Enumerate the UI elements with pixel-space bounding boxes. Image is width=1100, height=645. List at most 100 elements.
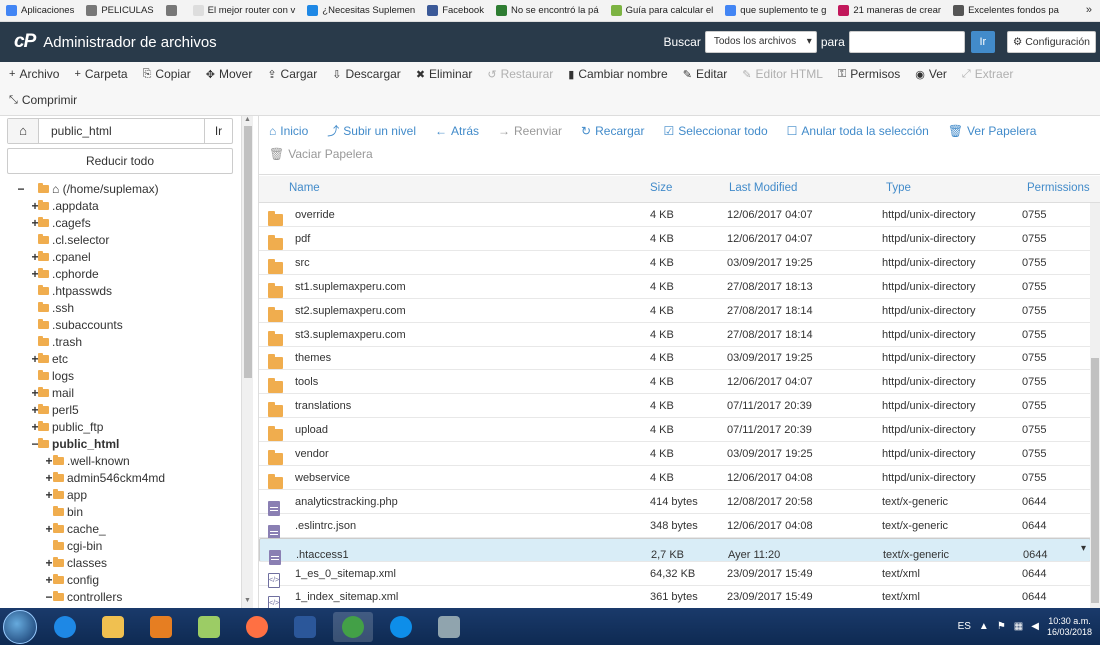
table-row[interactable]: translations 4 KB 07/11/2017 20:39 httpd/un… <box>259 394 1091 419</box>
search-input[interactable] <box>848 31 965 53</box>
tree-item[interactable]: + .cpanel <box>0 249 241 266</box>
taskbar-folder-button[interactable] <box>189 612 229 642</box>
table-row[interactable]: webservice 4 KB 12/06/2017 04:08 httpd/unix… <box>259 466 1091 490</box>
tree-item[interactable]: .htpasswds <box>0 283 241 300</box>
table-row[interactable]: vendor 4 KB 03/09/2017 19:25 httpd/unix-dir… <box>259 442 1091 466</box>
scrollbar-thumb[interactable] <box>1091 358 1099 603</box>
action-ver-papelera-button[interactable]: 🗑 Ver Papelera <box>948 122 1037 145</box>
table-row[interactable]: .htaccess1 2,7 KB Ayer 11:20 text/x-generic… <box>259 537 1091 565</box>
search-scope-select[interactable]: Todos los archivos <box>704 31 817 53</box>
col-size[interactable]: Size <box>650 182 672 194</box>
table-row[interactable]: st2.suplemaxperu.com 4 KB 27/08/2017 18:14… <box>259 299 1091 323</box>
table-row[interactable]: override 4 KB 12/06/2017 04:07 httpd/unix-d… <box>259 203 1091 227</box>
taskbar-calculator-button[interactable] <box>429 612 469 642</box>
tree-item[interactable]: .trash <box>0 334 241 351</box>
tree-item[interactable]: logs <box>0 368 241 385</box>
tree-item[interactable]: bin <box>0 504 241 521</box>
bookmark-item[interactable]: Excelentes fondos pa <box>953 5 1059 16</box>
toolbar-ver-button[interactable]: ◉ Ver <box>915 67 947 81</box>
tree-item[interactable]: + etc <box>0 351 241 368</box>
bookmark-item[interactable]: Aplicaciones <box>6 5 74 16</box>
taskbar-word-button[interactable] <box>285 612 325 642</box>
tree-item[interactable]: + public_ftp <box>0 419 241 436</box>
bookmark-item[interactable]: Guía para calcular el <box>610 5 713 16</box>
tree-item[interactable]: .cl.selector <box>0 232 241 249</box>
path-input[interactable]: public_html <box>39 119 204 143</box>
table-row[interactable]: analyticstracking.php 414 bytes 12/08/2017… <box>259 490 1091 516</box>
toolbar-cambiar-nombre-button[interactable]: ▮ Cambiar nombre <box>568 67 667 81</box>
tree-item[interactable]: cgi-bin <box>0 538 241 555</box>
tree-item[interactable]: + mail <box>0 385 241 402</box>
tree-item[interactable]: − ⌂ (/home/suplemax) <box>0 181 241 198</box>
taskbar-teamviewer-button[interactable] <box>381 612 421 642</box>
scrollbar-thumb[interactable] <box>244 126 252 378</box>
table-row[interactable]: themes 4 KB 03/09/2017 19:25 httpd/unix-dir… <box>259 346 1091 371</box>
flag-icon[interactable]: ⚑ <box>997 621 1006 632</box>
tree-item[interactable]: + .appdata <box>0 198 241 215</box>
toolbar-cargar-button[interactable]: ⇪ Cargar <box>267 67 317 81</box>
tree-item[interactable]: .subaccounts <box>0 317 241 334</box>
bookmark-item[interactable] <box>165 5 181 16</box>
path-go-button[interactable]: Ir <box>204 119 232 143</box>
bookmark-item[interactable]: ¿Necesitas Suplemen <box>307 5 415 16</box>
tree-item[interactable]: + .well-known <box>0 453 241 470</box>
bookmark-item[interactable]: El mejor router con v <box>192 5 295 16</box>
table-row[interactable]: pdf 4 KB 12/06/2017 04:07 httpd/unix-direct… <box>259 227 1091 251</box>
collapse-icon[interactable]: − <box>16 181 26 198</box>
action-recargar-button[interactable]: ↻ Recargar <box>581 122 644 145</box>
bookmark-item[interactable]: Facebook <box>427 5 484 16</box>
bookmark-item[interactable]: PELICULAS <box>86 5 154 16</box>
network-icon[interactable]: ▦ <box>1014 621 1023 632</box>
tree-item[interactable]: + app <box>0 487 241 504</box>
tree-item[interactable]: + classes <box>0 555 241 572</box>
tree-item[interactable]: + cache_ <box>0 521 241 538</box>
search-go-button[interactable]: Ir <box>970 31 995 53</box>
col-modified[interactable]: Last Modified <box>729 182 797 194</box>
toolbar-mover-button[interactable]: ✥ Mover <box>206 67 253 81</box>
tree-item[interactable]: + .cagefs <box>0 215 241 232</box>
toolbar-comprimir-button[interactable]: ⤡ Comprimir <box>9 93 77 107</box>
clock[interactable]: 10:30 a.m. 16/03/2018 <box>1047 616 1092 638</box>
taskbar-chrome-button[interactable] <box>333 611 373 642</box>
action-anular-toda-la-selección-button[interactable]: ☐ Anular toda la selección <box>787 122 929 145</box>
scroll-down-icon[interactable]: ▼ <box>244 597 251 604</box>
toolbar-editar-button[interactable]: ✎ Editar <box>683 67 728 81</box>
tree-item[interactable]: − controllers <box>0 589 241 606</box>
toolbar-carpeta-button[interactable]: + Carpeta <box>74 67 127 81</box>
tree-item[interactable]: − public_html <box>0 436 241 453</box>
table-row[interactable]: .eslintrc.json 348 bytes 12/06/2017 04:08 t… <box>259 514 1091 540</box>
table-row[interactable]: upload 4 KB 07/11/2017 20:39 httpd/unix-dir… <box>259 418 1091 443</box>
taskbar-ie-button[interactable] <box>45 612 85 642</box>
taskbar-explorer-button[interactable] <box>93 612 133 642</box>
table-row[interactable]: </> 1_es_0_sitemap.xml 64,32 KB 23/09/2017 … <box>259 562 1091 588</box>
language-indicator[interactable]: ES <box>958 621 971 632</box>
table-row[interactable]: src 4 KB 03/09/2017 19:25 httpd/unix-direct… <box>259 251 1091 275</box>
col-permissions[interactable]: Permissions <box>1027 182 1090 194</box>
action-seleccionar-todo-button[interactable]: ☑ Seleccionar todo <box>663 122 767 145</box>
table-row[interactable]: tools 4 KB 12/06/2017 04:07 httpd/unix-dire… <box>259 370 1091 395</box>
action-subir-un-nivel-button[interactable]: ⤴ Subir un nivel <box>327 122 416 145</box>
col-name[interactable]: Name <box>289 182 320 194</box>
tree-item[interactable]: + admin546ckm4md <box>0 470 241 487</box>
table-row[interactable]: st3.suplemaxperu.com 4 KB 27/08/2017 18:14… <box>259 323 1091 347</box>
bookmarks-overflow-icon[interactable]: » <box>1086 4 1092 16</box>
sidebar-scrollbar[interactable]: ▲ ▼ <box>241 116 253 608</box>
scroll-up-icon[interactable]: ▲ <box>244 116 251 123</box>
home-icon[interactable]: ⌂ <box>8 119 39 143</box>
toolbar-copiar-button[interactable]: ⎘ Copiar <box>143 67 191 81</box>
settings-button[interactable]: ⚙ Configuración <box>1006 31 1096 53</box>
action-inicio-button[interactable]: ⌂ Inicio <box>269 122 308 145</box>
taskbar-media-button[interactable] <box>141 612 181 642</box>
tree-item[interactable]: + config <box>0 572 241 589</box>
action-atrás-button[interactable]: ← Atrás <box>435 122 479 145</box>
tree-item[interactable]: + perl5 <box>0 402 241 419</box>
toolbar-archivo-button[interactable]: + Archivo <box>9 67 59 81</box>
col-type[interactable]: Type <box>886 182 911 194</box>
toolbar-descargar-button[interactable]: ⇩ Descargar <box>332 67 401 81</box>
tray-up-icon[interactable]: ▲ <box>979 621 989 632</box>
bookmark-item[interactable]: No se encontró la pá <box>495 5 599 16</box>
volume-icon[interactable]: ◀ <box>1031 621 1039 632</box>
start-button[interactable] <box>3 609 37 644</box>
bookmark-item[interactable]: que suplemento te g <box>725 5 826 16</box>
toolbar-permisos-button[interactable]: ⚿ Permisos <box>838 67 900 81</box>
